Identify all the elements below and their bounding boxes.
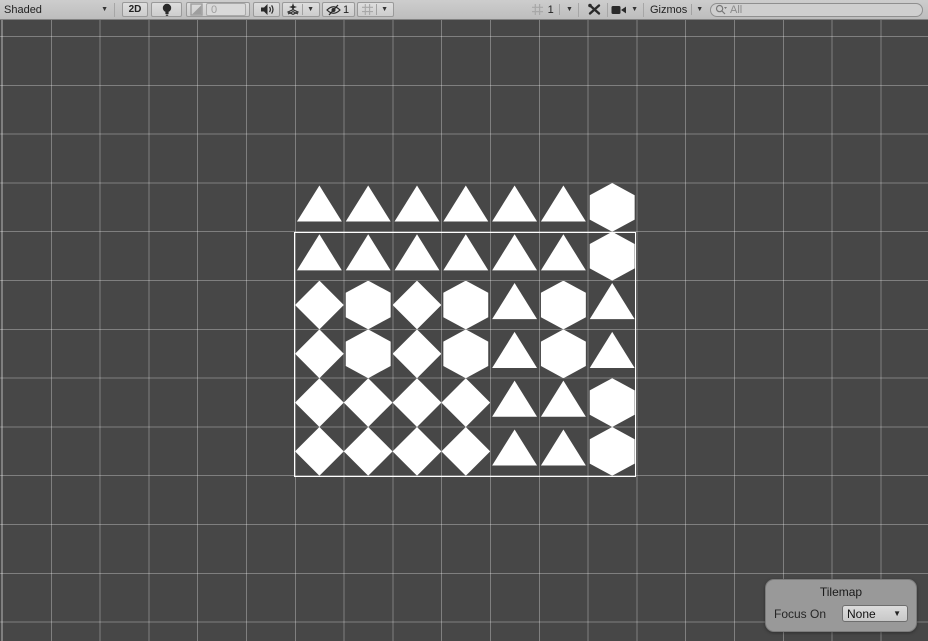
- snap-value: 1: [546, 4, 556, 16]
- component-tools-button[interactable]: [581, 2, 607, 17]
- snap-control[interactable]: 1 ▼: [529, 2, 577, 17]
- tile-triangle[interactable]: [539, 183, 588, 232]
- camera-settings-control[interactable]: ▼: [609, 2, 642, 17]
- effects-dropdown-arrow-icon[interactable]: ▼: [305, 6, 316, 13]
- search-icon: [715, 4, 727, 16]
- tile-triangle[interactable]: [344, 183, 393, 232]
- speaker-icon: [260, 3, 274, 16]
- exposure-value: 0: [211, 4, 217, 16]
- draw-mode-dropdown[interactable]: Shaded ▼: [0, 2, 113, 17]
- draw-mode-label: Shaded: [0, 4, 44, 16]
- gizmos-dropdown[interactable]: Gizmos ▼: [645, 2, 705, 17]
- tilemap-overlay-panel: Tilemap Focus On None ▼: [765, 579, 917, 632]
- focus-on-label: Focus On: [774, 607, 826, 621]
- search-input[interactable]: [730, 4, 918, 16]
- chevron-down-icon: ▼: [99, 6, 113, 13]
- 2d-toggle-button[interactable]: 2D: [122, 2, 148, 17]
- scene-viewport[interactable]: Tilemap Focus On None ▼: [0, 20, 928, 641]
- effects-toggle-button[interactable]: ▼: [282, 2, 320, 17]
- gizmos-label: Gizmos: [648, 4, 689, 16]
- scene-view-toolbar: Shaded ▼ 2D 0: [0, 0, 928, 20]
- effects-star-icon: [286, 3, 300, 16]
- hidden-objects-toggle[interactable]: 1: [322, 2, 355, 17]
- snap-dropdown-arrow-icon[interactable]: ▼: [564, 6, 575, 13]
- camera-dropdown-arrow-icon[interactable]: ▼: [629, 6, 640, 13]
- tilemap-selection-outline: [294, 232, 636, 477]
- tile-triangle[interactable]: [490, 183, 539, 232]
- chevron-down-icon: ▼: [891, 610, 903, 618]
- hidden-objects-count: 1: [341, 4, 351, 16]
- audio-toggle-button[interactable]: [253, 2, 280, 17]
- grid-icon: [361, 3, 374, 16]
- panel-title: Tilemap: [766, 580, 916, 599]
- lighting-toggle-button[interactable]: [151, 2, 182, 17]
- tile-triangle[interactable]: [295, 183, 344, 232]
- grid-visibility-control[interactable]: ▼: [357, 2, 394, 17]
- lightbulb-icon: [161, 3, 173, 17]
- 2d-toggle-label: 2D: [129, 4, 142, 15]
- tools-wrench-icon: [587, 3, 602, 16]
- tile-triangle[interactable]: [441, 183, 490, 232]
- eye-hidden-icon: [326, 4, 341, 16]
- tile-triangle[interactable]: [393, 183, 442, 232]
- tile-hexagon[interactable]: [588, 183, 637, 232]
- focus-on-dropdown[interactable]: None ▼: [842, 605, 908, 622]
- exposure-control[interactable]: 0: [186, 2, 250, 17]
- snap-grid-icon: [531, 3, 544, 16]
- gizmos-dropdown-arrow-icon[interactable]: ▼: [694, 6, 705, 13]
- scene-search-field[interactable]: [710, 3, 923, 17]
- exposure-value-field[interactable]: 0: [206, 3, 246, 16]
- grid-dropdown-arrow-icon[interactable]: ▼: [379, 6, 390, 13]
- exposure-icon: [190, 3, 203, 16]
- focus-on-value: None: [847, 607, 876, 621]
- camera-icon: [611, 5, 627, 15]
